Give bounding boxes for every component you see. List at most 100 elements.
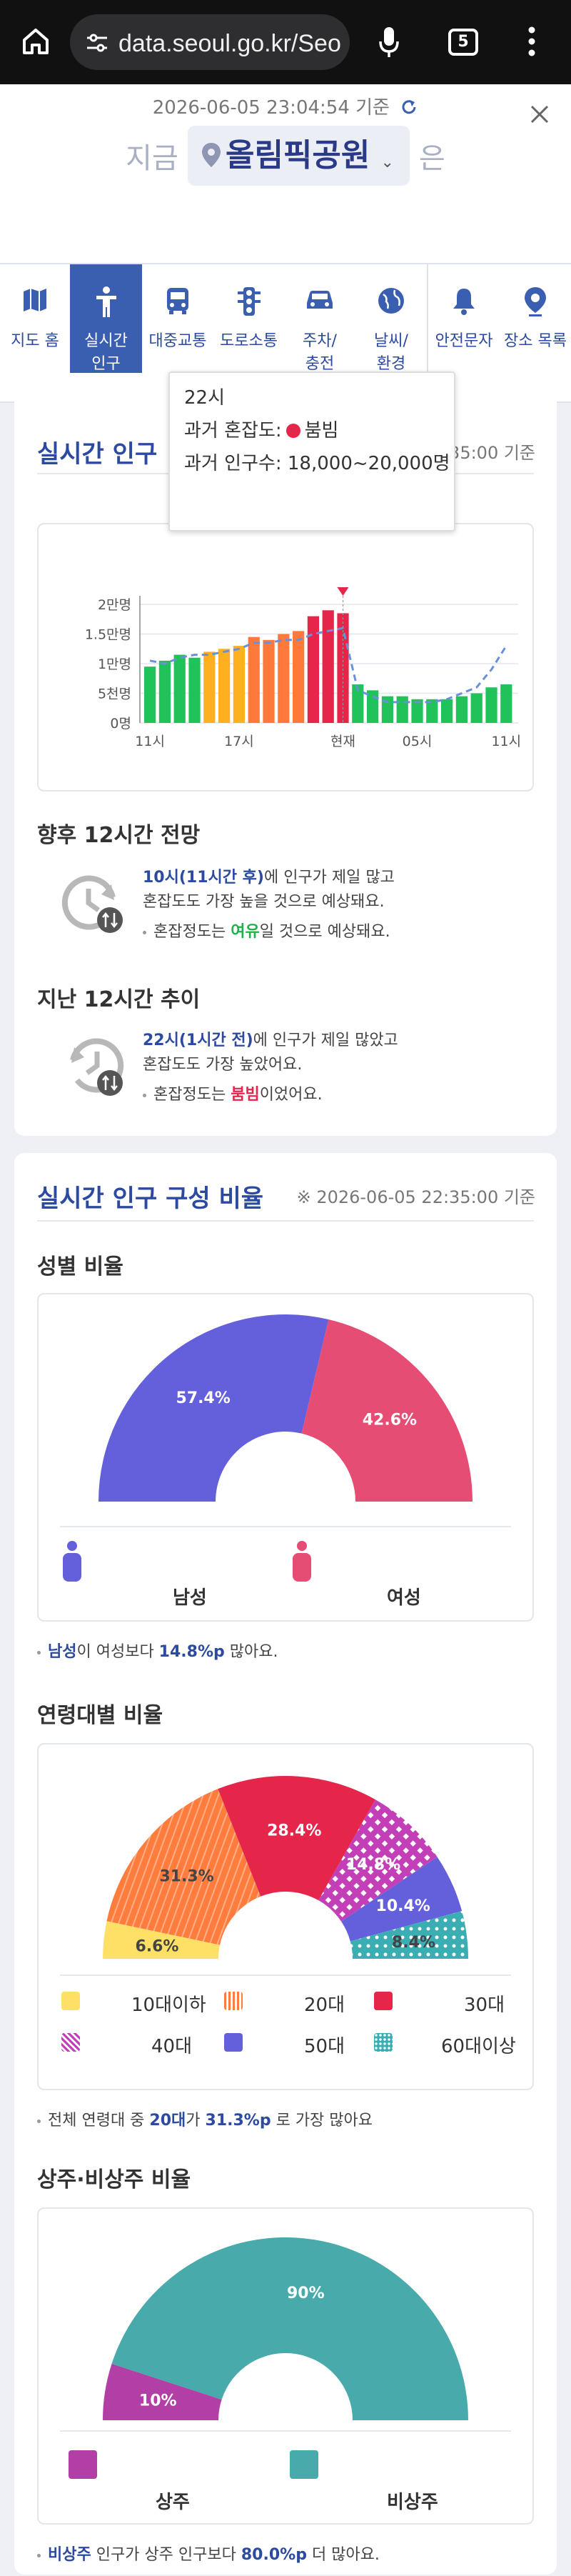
nav-label: 실시간 인구 [84,332,128,373]
tab-switcher-button[interactable]: 5 [448,29,478,56]
population-bar [441,699,453,723]
update-timestamp: 2026-06-05 23:04:54 기준 [152,97,390,119]
forecast-congestion-level: 여유 [231,923,260,941]
female-icon [293,1541,311,1582]
population-bar [203,652,216,723]
legend-30s: 30대 [464,1995,505,2016]
slice-label: 57.4% [176,1389,230,1407]
x-tick-label: 17시 [224,734,254,749]
forecast-clock-icon [61,875,123,933]
home-icon[interactable] [20,26,51,57]
legend-20s: 20대 [304,1995,345,2016]
legend-40s: 40대 [151,2036,193,2057]
microphone-icon[interactable] [378,26,400,59]
nav-label: 지도 홈 [11,332,59,350]
nav-label: 안전문자 [435,332,493,350]
gender-note: 남성이 여성보다 14.8%p 많아요. [37,1639,278,1662]
legend-swatch [61,1992,80,2010]
population-bar [500,684,512,723]
y-tick-label: 1만명 [98,657,131,672]
y-tick-label: 2만명 [98,597,131,613]
refresh-icon[interactable] [400,98,418,116]
tooltip-count: 18,000~20,000명 [287,453,450,474]
resident-donut-chart[interactable]: 10% 90% [39,2209,532,2430]
chart-tooltip: 22시 과거 혼잡도: 붐빔 과거 인구수: 18,000~20,000명 [168,371,455,531]
slice-label: 28.4% [267,1822,321,1839]
resident-chart-panel: 10% 90% 상주 비상주 [37,2207,534,2525]
slice-label: 8.4% [392,1934,435,1952]
legend-female: 여성 [387,1587,421,1609]
past-congestion-level: 붐빔 [231,1086,260,1104]
place-selector[interactable]: 올림픽공원 ⌄ [187,126,410,186]
slice-label: 6.6% [135,1937,178,1955]
traffic-light-icon [237,287,261,316]
congestion-dot [286,424,300,438]
population-bar [158,660,171,723]
legend-nonresident: 비상주 [387,2492,438,2513]
age-chart-panel: 6.6% 31.3% 28.4% 14.8% 10.4% 8.4% 10대이하 20대 3… [37,1743,534,2090]
person-icon [96,286,116,317]
population-bar [173,654,186,723]
population-bar [367,690,379,723]
resident-ratio-title: 상주·비상주 비율 [37,2167,191,2192]
y-tick-label: 1.5만명 [85,627,131,643]
slice-label: 42.6% [363,1412,417,1429]
population-composition-card: 실시간 인구 구성 비율 ※ 2026-06-05 22:35:00 기준 성별… [14,1153,557,2575]
population-bar [248,636,260,723]
population-bar [455,696,468,723]
population-bar [293,631,305,723]
tooltip-time: 22시 [184,387,226,409]
location-pin-icon [525,287,546,316]
population-chart-panel: 0명 5천명 1만명 1.5만명 2만명 11시 17시 현재 05시 11시 [37,523,534,792]
place-prefix: 지금 [126,142,178,175]
population-bar [278,634,290,723]
population-bar [233,646,246,723]
globe-icon [378,288,404,314]
age-donut-chart[interactable]: 6.6% 31.3% 28.4% 14.8% 10.4% 8.4% [39,1744,532,1980]
x-tick-label: 현재 [330,734,355,749]
population-bar [218,649,231,723]
place-name: 올림픽공원 [225,137,370,174]
bell-icon [453,289,475,315]
bus-icon [167,288,188,314]
age-ratio-title: 연령대별 비율 [37,1703,163,1728]
y-tick-label: 0명 [110,716,131,732]
x-tick-label: 05시 [403,734,433,749]
nav-label: 도로소통 [220,332,278,350]
population-bar [470,693,482,723]
population-bar-chart[interactable]: 0명 5천명 1만명 1.5만명 2만명 11시 17시 현재 05시 11시 [39,524,532,790]
slice-label: 90% [287,2285,325,2302]
browser-toolbar: data.seoul.go.kr/Seo 5 [0,0,571,84]
past-peak-time: 22시(1시간 전) [143,1032,253,1049]
donut-slice [98,1314,329,1502]
x-tick-label: 11시 [491,734,521,749]
x-tick-label: 11시 [135,734,165,749]
current-marker-icon [337,587,349,596]
male-icon [63,1541,81,1582]
more-menu-icon[interactable] [525,24,539,59]
legend-swatch [374,2033,393,2052]
nav-label: 장소 목록 [504,332,567,350]
population-bar [144,667,156,723]
nav-label: 주차/충전 [303,332,337,373]
close-icon[interactable] [530,104,550,124]
gender-donut-chart[interactable]: 57.4% 42.6% [39,1294,532,1530]
map-icon [24,289,46,311]
population-bar [396,696,408,723]
legend-swatch [69,2450,97,2479]
past-trend-title: 지난 12시간 추이 [37,987,201,1012]
site-settings-icon[interactable] [86,33,108,53]
legend-swatch [224,2033,243,2052]
population-bar [188,657,201,723]
legend-60s-plus: 60대이상 [441,2036,516,2057]
legend-resident: 상주 [156,2492,190,2513]
population-bar [263,639,275,723]
address-bar[interactable]: data.seoul.go.kr/Seo [70,14,350,70]
slice-label: 31.3% [159,1867,213,1885]
history-clock-icon [70,1038,124,1096]
legend-teens: 10대이하 [131,1995,206,2016]
legend-male: 남성 [173,1587,207,1609]
place-header: 2026-06-05 23:04:54 기준 지금 올림픽공원 ⌄ 은 [0,84,571,264]
chevron-down-icon: ⌄ [380,153,394,171]
card-timestamp: 35:00 기준 [449,443,535,463]
